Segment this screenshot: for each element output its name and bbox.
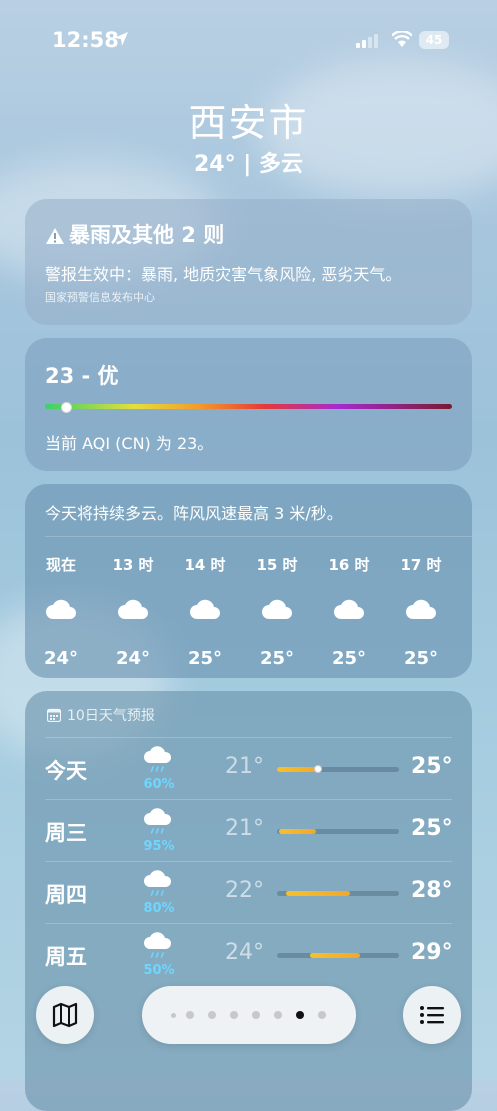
battery-indicator: 45 bbox=[419, 31, 449, 49]
day-label: 周三 bbox=[45, 821, 87, 845]
daily-row[interactable]: 周五 50% 24° 29° bbox=[25, 923, 472, 985]
cloud-icon bbox=[117, 598, 149, 624]
daily-row[interactable]: 周四 80% 22° 28° bbox=[25, 861, 472, 923]
status-time: 12:58 bbox=[52, 28, 119, 52]
aqi-value: 23 - 优 bbox=[45, 364, 119, 388]
high-temp: 29° bbox=[411, 940, 453, 965]
hourly-summary: 今天将持续多云。阵风风速最高 3 米/秒。 bbox=[45, 504, 343, 523]
divider bbox=[45, 861, 452, 862]
page-dot[interactable] bbox=[274, 1011, 282, 1019]
high-temp: 25° bbox=[411, 754, 453, 779]
precip-chance: 95% bbox=[143, 839, 175, 854]
alert-body: 警报生效中：暴雨, 地质灾害气象风险, 恶劣天气。 bbox=[45, 265, 402, 284]
alert-source: 国家预警信息发布中心 bbox=[45, 291, 155, 304]
day-label: 周四 bbox=[45, 883, 87, 907]
temp-range-bar bbox=[277, 829, 399, 834]
aqi-scale-bar bbox=[45, 404, 452, 409]
low-temp: 21° bbox=[225, 754, 264, 779]
alert-title-text: 暴雨及其他 2 则 bbox=[69, 223, 225, 247]
page-dot[interactable] bbox=[252, 1011, 260, 1019]
precip-chance: 80% bbox=[143, 901, 175, 916]
daily-header-text: 10日天气预报 bbox=[67, 708, 155, 724]
high-temp: 28° bbox=[411, 878, 453, 903]
hour-label: 现在 bbox=[45, 556, 76, 574]
cloud-icon bbox=[405, 598, 437, 624]
page-dot[interactable] bbox=[230, 1011, 238, 1019]
location-page-dot[interactable] bbox=[171, 1013, 176, 1018]
air-quality-card[interactable]: 23 - 优 当前 AQI (CN) 为 23。 bbox=[25, 338, 472, 471]
alert-title: 暴雨及其他 2 则 bbox=[45, 219, 224, 249]
hour-label: 14 时 bbox=[184, 556, 226, 574]
location-arrow-icon bbox=[114, 32, 128, 46]
cellular-signal-icon bbox=[356, 34, 378, 48]
status-bar: 12:58 45 bbox=[0, 28, 497, 54]
day-label: 今天 bbox=[45, 759, 87, 783]
cloud-icon bbox=[45, 598, 77, 624]
hour-label: 16 时 bbox=[328, 556, 370, 574]
low-temp: 24° bbox=[225, 940, 264, 965]
city-name: 西安市 bbox=[188, 101, 309, 145]
divider bbox=[45, 799, 452, 800]
wifi-icon bbox=[392, 31, 412, 47]
map-button[interactable] bbox=[36, 986, 94, 1044]
aqi-indicator-dot bbox=[61, 402, 72, 413]
severe-weather-alert-card[interactable]: 暴雨及其他 2 则 警报生效中：暴雨, 地质灾害气象风险, 恶劣天气。 国家预警… bbox=[25, 199, 472, 325]
list-icon bbox=[420, 1006, 444, 1024]
temp-range-bar bbox=[277, 765, 399, 773]
divider bbox=[45, 923, 452, 924]
cloud-icon bbox=[333, 598, 365, 624]
precip-chance: 60% bbox=[143, 777, 175, 792]
daily-row[interactable]: 周三 95% 21° 25° bbox=[25, 799, 472, 861]
hour-label: 17 时 bbox=[400, 556, 442, 574]
hour-temp: 24° bbox=[43, 648, 79, 669]
ten-day-forecast-card[interactable]: 10日天气预报 今天 60% 21° 25° 周三 95% 21° 25° 周四 80% 22° 28… bbox=[25, 691, 472, 1111]
page-dot[interactable] bbox=[318, 1011, 326, 1019]
current-temp-marker bbox=[313, 765, 322, 773]
divider bbox=[45, 536, 472, 537]
temp-range-fill bbox=[309, 953, 360, 958]
page-dot[interactable] bbox=[296, 1011, 304, 1019]
temp-range-bar bbox=[277, 891, 399, 896]
divider bbox=[45, 737, 452, 738]
current-condition: 24° | 多云 bbox=[194, 152, 303, 177]
daily-row[interactable]: 今天 60% 21° 25° bbox=[25, 737, 472, 799]
hour-temp: 25° bbox=[331, 648, 367, 669]
high-temp: 25° bbox=[411, 816, 453, 841]
cloud-icon bbox=[261, 598, 293, 624]
hour-label: 13 时 bbox=[112, 556, 154, 574]
warning-icon bbox=[46, 228, 64, 244]
daily-header: 10日天气预报 bbox=[46, 705, 155, 725]
page-dot[interactable] bbox=[208, 1011, 216, 1019]
temp-range-fill bbox=[279, 829, 317, 834]
hourly-forecast-card[interactable]: 今天将持续多云。阵风风速最高 3 米/秒。 现在 24° 13 时 24° 14 时 25… bbox=[25, 484, 472, 678]
city-list-button[interactable] bbox=[403, 986, 461, 1044]
calendar-icon bbox=[46, 708, 62, 723]
map-icon bbox=[52, 1002, 78, 1028]
hour-temp: 25° bbox=[187, 648, 223, 669]
page-dot[interactable] bbox=[186, 1011, 194, 1019]
day-label: 周五 bbox=[45, 945, 87, 969]
temp-range-fill bbox=[285, 891, 351, 896]
hour-temp: 25° bbox=[403, 648, 439, 669]
hour-temp: 25° bbox=[259, 648, 295, 669]
low-temp: 21° bbox=[225, 816, 264, 841]
cloud-icon bbox=[189, 598, 221, 624]
hour-temp: 24° bbox=[115, 648, 151, 669]
hour-label: 15 时 bbox=[256, 556, 298, 574]
page-indicator[interactable] bbox=[142, 986, 356, 1044]
aqi-description: 当前 AQI (CN) 为 23。 bbox=[45, 434, 214, 453]
temp-range-bar bbox=[277, 953, 399, 958]
precip-chance: 50% bbox=[143, 963, 175, 978]
low-temp: 22° bbox=[225, 878, 264, 903]
